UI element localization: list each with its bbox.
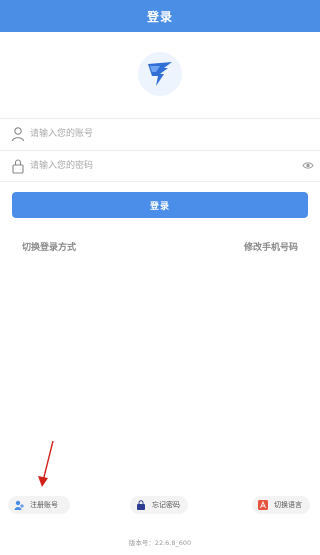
page-header: 登录 xyxy=(0,0,320,32)
annotation-arrow-icon xyxy=(38,440,54,487)
account-field[interactable]: 请输入您的账号 xyxy=(0,118,320,149)
register-label: 注册账号 xyxy=(30,501,58,509)
change-phone-link[interactable]: 修改手机号码 xyxy=(244,240,298,253)
register-icon xyxy=(14,500,24,510)
account-input[interactable]: 请输入您的账号 xyxy=(30,119,93,149)
forgot-lock-icon xyxy=(137,500,145,510)
register-button[interactable]: 注册账号 xyxy=(8,496,70,514)
switch-language-label: 切换语言 xyxy=(274,501,302,509)
user-icon xyxy=(11,127,25,142)
eye-icon[interactable] xyxy=(302,161,314,170)
switch-login-link[interactable]: 切换登录方式 xyxy=(22,240,76,253)
password-field[interactable]: 请输入您的密码 xyxy=(0,150,320,182)
lock-icon xyxy=(12,159,24,174)
page-title: 登录 xyxy=(146,9,173,24)
app-logo-icon xyxy=(138,52,182,96)
forgot-password-label: 忘记密码 xyxy=(152,501,180,509)
language-icon xyxy=(258,500,268,510)
switch-language-button[interactable]: 切换语言 xyxy=(252,496,310,514)
version-text: 版本号：22.6.8_600 xyxy=(128,539,192,547)
forgot-password-button[interactable]: 忘记密码 xyxy=(130,496,188,514)
password-input[interactable]: 请输入您的密码 xyxy=(30,151,93,181)
login-button[interactable]: 登录 xyxy=(12,192,308,218)
